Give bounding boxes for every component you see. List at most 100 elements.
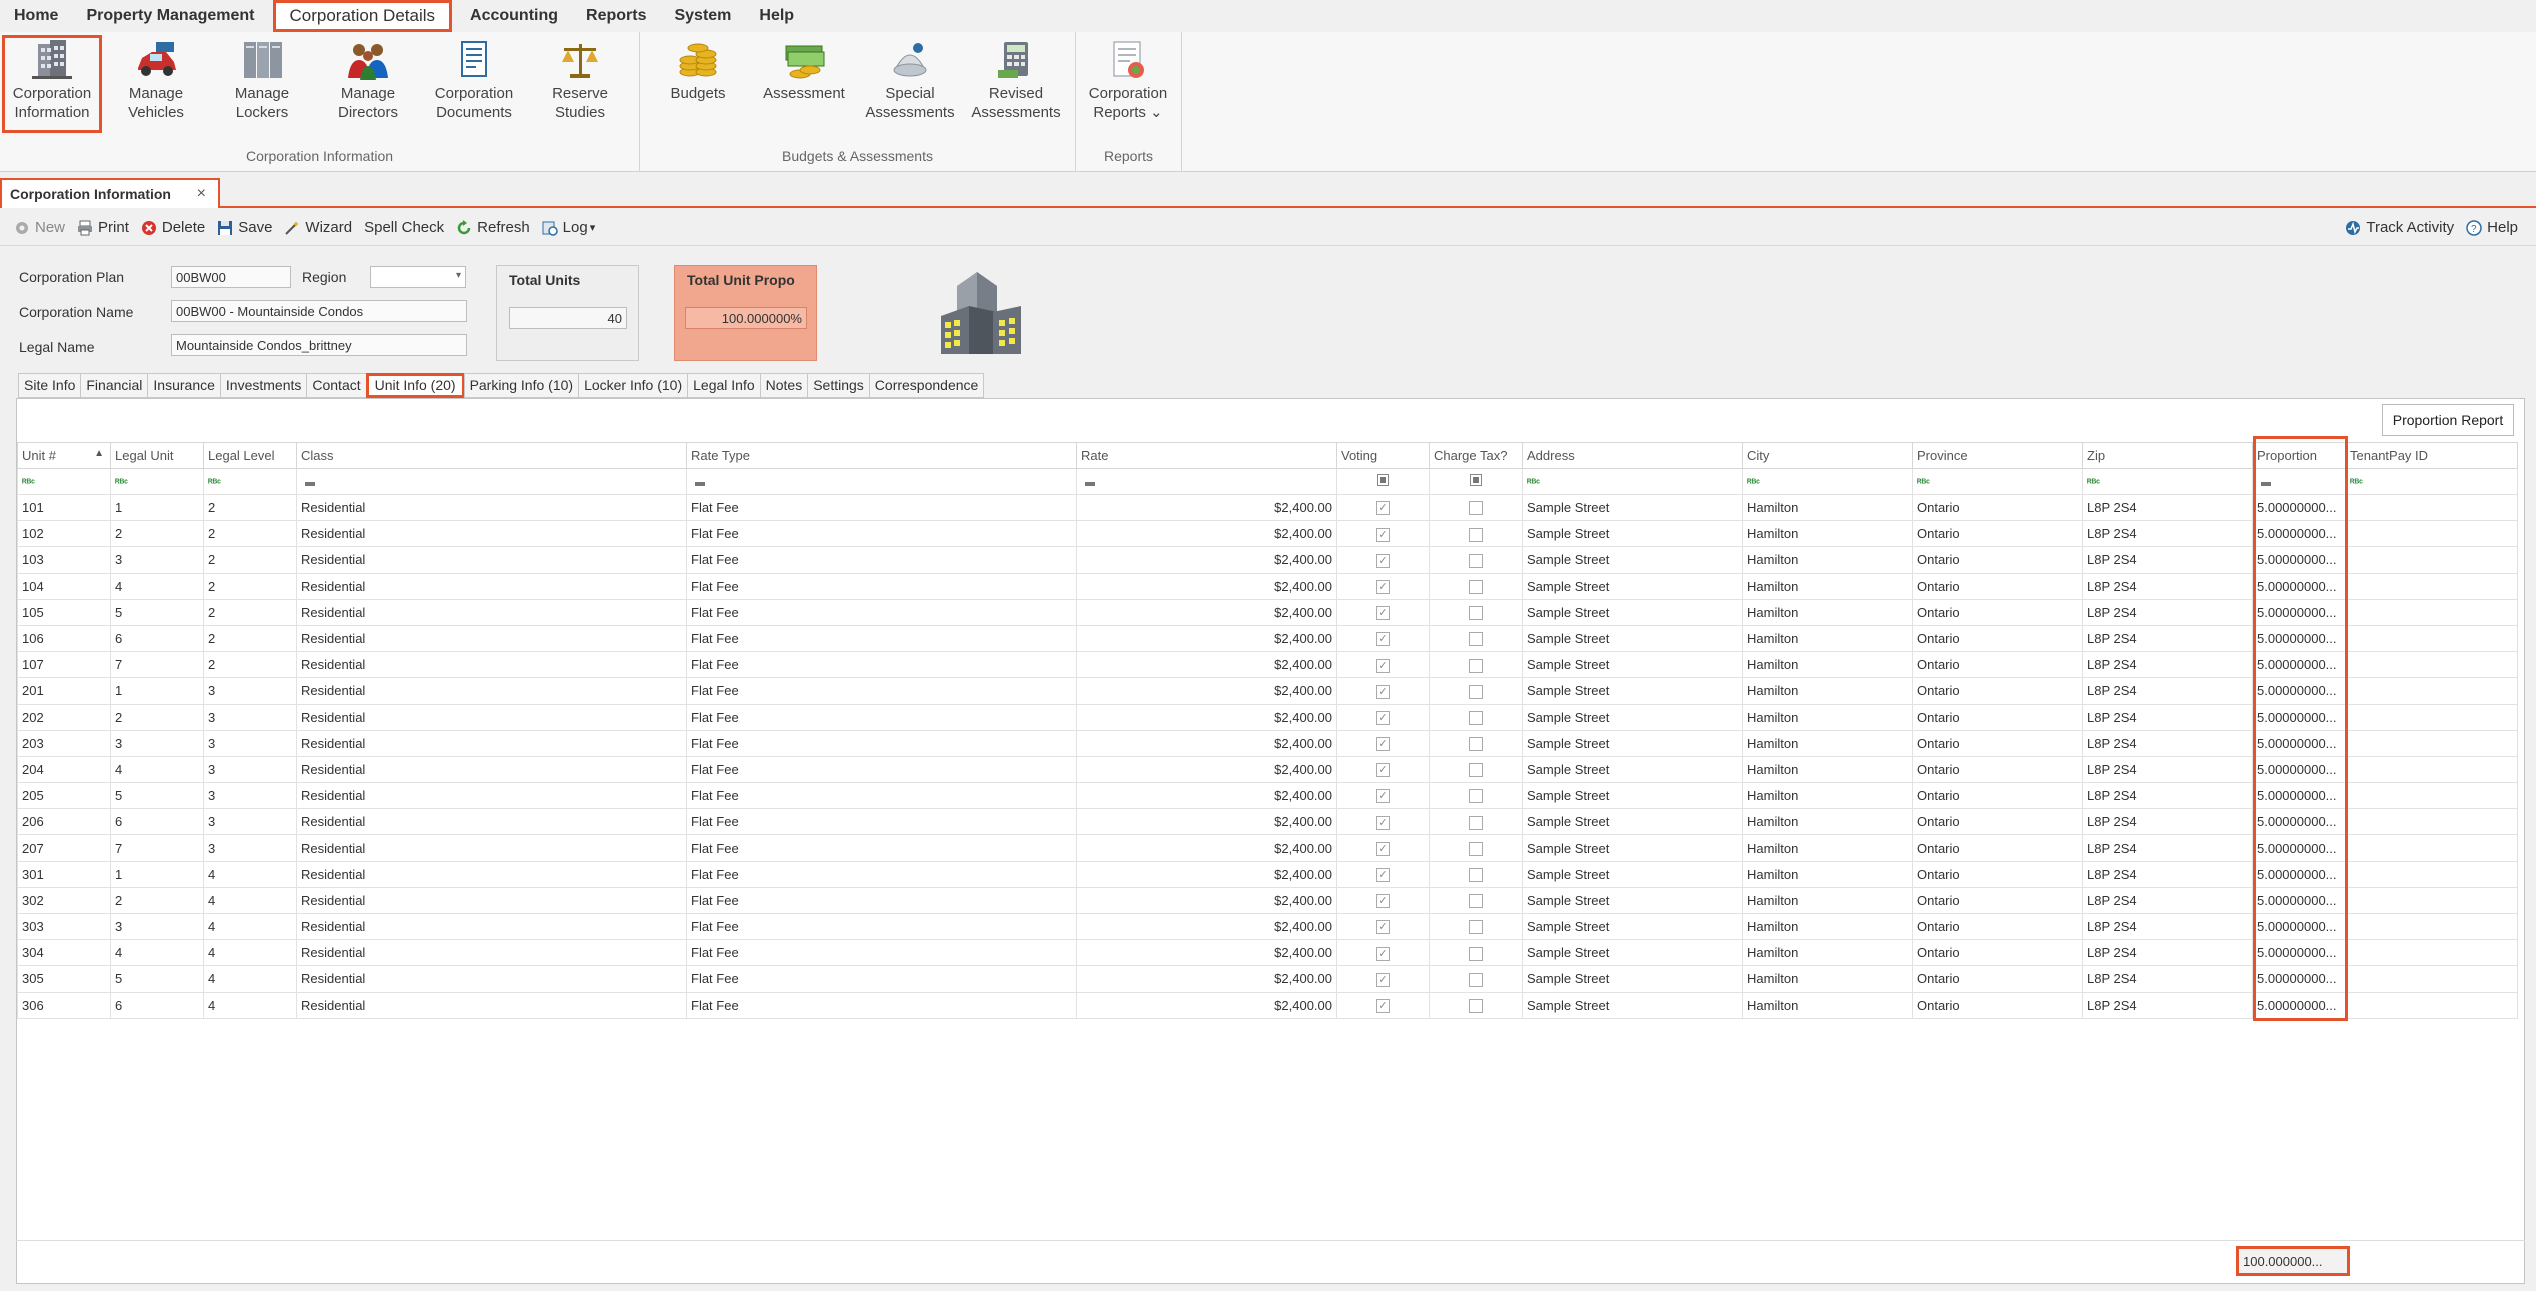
cell-legal-unit[interactable]: 6: [110, 991, 204, 1019]
cell-zip[interactable]: L8P 2S4: [2082, 886, 2253, 915]
cell-class[interactable]: Residential: [296, 598, 687, 626]
cell-address[interactable]: Sample Street: [1522, 965, 1743, 993]
cell-unit-number[interactable]: 305: [17, 965, 111, 993]
cell-tenantpay-id[interactable]: [2345, 965, 2518, 993]
cell-proportion[interactable]: 5.00000000...: [2252, 939, 2346, 967]
cell-province[interactable]: Ontario: [1912, 912, 2083, 941]
cell-zip[interactable]: L8P 2S4: [2082, 939, 2253, 967]
cell-tenantpay-id[interactable]: [2345, 546, 2518, 574]
column-header-class[interactable]: Class: [296, 442, 687, 469]
cell-legal-unit[interactable]: 7: [110, 834, 204, 862]
cell-legal-unit[interactable]: 5: [110, 965, 204, 993]
cell-proportion[interactable]: 5.00000000...: [2252, 782, 2346, 810]
cell-class[interactable]: Residential: [296, 834, 687, 862]
menu-home[interactable]: Home: [0, 0, 72, 32]
cell-legal-unit[interactable]: 3: [110, 546, 204, 574]
cell-zip[interactable]: L8P 2S4: [2082, 729, 2253, 757]
cell-unit-number[interactable]: 302: [17, 886, 111, 915]
cell-address[interactable]: Sample Street: [1522, 991, 1743, 1019]
cell-province[interactable]: Ontario: [1912, 651, 2083, 679]
filter-cell-tenantpay-id[interactable]: ᴿᴮᶜ: [2345, 468, 2518, 495]
cell-rate[interactable]: $2,400.00: [1076, 991, 1337, 1019]
cell-rate-type[interactable]: Flat Fee: [686, 703, 1077, 731]
table-row[interactable]: 106 6 2 Residential Flat Fee $2,400.00 ✓ Sample…: [17, 624, 2518, 653]
cell-legal-level[interactable]: 4: [203, 965, 297, 993]
cell-city[interactable]: Hamilton: [1742, 729, 1913, 757]
cell-rate[interactable]: $2,400.00: [1076, 624, 1337, 653]
delete-button[interactable]: Delete: [135, 213, 211, 243]
column-header-voting[interactable]: Voting: [1336, 442, 1430, 469]
cell-rate-type[interactable]: Flat Fee: [686, 493, 1077, 522]
cell-proportion[interactable]: 5.00000000...: [2252, 703, 2346, 731]
cell-legal-level[interactable]: 2: [203, 572, 297, 600]
cell-rate[interactable]: $2,400.00: [1076, 520, 1337, 548]
budgets-button[interactable]: Budgets: [648, 38, 748, 136]
cell-unit-number[interactable]: 301: [17, 860, 111, 888]
cell-city[interactable]: Hamilton: [1742, 886, 1913, 915]
table-row[interactable]: 204 4 3 Residential Flat Fee $2,400.00 ✓ Sample…: [17, 755, 2518, 784]
cell-rate[interactable]: $2,400.00: [1076, 677, 1337, 705]
cell-province[interactable]: Ontario: [1912, 572, 2083, 600]
tab-locker-info[interactable]: Locker Info (10): [578, 373, 689, 398]
cell-unit-number[interactable]: 206: [17, 808, 111, 836]
corporation-reports-button[interactable]: Corporation Reports ⌄: [1078, 38, 1178, 136]
cell-voting[interactable]: ✓: [1336, 729, 1430, 757]
tab-financial[interactable]: Financial: [80, 373, 149, 398]
cell-province[interactable]: Ontario: [1912, 755, 2083, 784]
filter-cell-address[interactable]: ᴿᴮᶜ: [1522, 468, 1743, 495]
cell-rate-type[interactable]: Flat Fee: [686, 886, 1077, 915]
close-icon[interactable]: ×: [197, 185, 206, 203]
table-row[interactable]: 102 2 2 Residential Flat Fee $2,400.00 ✓ Sampl…: [17, 520, 2518, 548]
checkbox-unchecked[interactable]: [1469, 501, 1483, 516]
cell-rate[interactable]: $2,400.00: [1076, 886, 1337, 915]
cell-unit-number[interactable]: 101: [17, 493, 111, 522]
cell-zip[interactable]: L8P 2S4: [2082, 624, 2253, 653]
checkbox-checked[interactable]: ✓: [1376, 606, 1390, 621]
cell-zip[interactable]: L8P 2S4: [2082, 703, 2253, 731]
cell-charge-tax[interactable]: [1429, 782, 1523, 810]
cell-province[interactable]: Ontario: [1912, 886, 2083, 915]
checkbox-checked[interactable]: ✓: [1376, 894, 1390, 909]
checkbox-checked[interactable]: ✓: [1376, 737, 1390, 752]
cell-zip[interactable]: L8P 2S4: [2082, 755, 2253, 784]
cell-province[interactable]: Ontario: [1912, 991, 2083, 1019]
cell-rate[interactable]: $2,400.00: [1076, 572, 1337, 600]
cell-unit-number[interactable]: 303: [17, 912, 111, 941]
filter-cell-legal-level[interactable]: ᴿᴮᶜ: [203, 468, 297, 495]
filter-cell-class[interactable]: [296, 468, 687, 495]
cell-city[interactable]: Hamilton: [1742, 493, 1913, 522]
menu-system[interactable]: System: [660, 0, 745, 32]
cell-zip[interactable]: L8P 2S4: [2082, 808, 2253, 836]
cell-voting[interactable]: ✓: [1336, 808, 1430, 836]
cell-charge-tax[interactable]: [1429, 651, 1523, 679]
cell-rate-type[interactable]: Flat Fee: [686, 782, 1077, 810]
cell-province[interactable]: Ontario: [1912, 939, 2083, 967]
cell-legal-unit[interactable]: 5: [110, 598, 204, 626]
table-row[interactable]: 107 7 2 Residential Flat Fee $2,400.00 ✓ Sample…: [17, 651, 2518, 679]
menu-help[interactable]: Help: [745, 0, 808, 32]
cell-rate[interactable]: $2,400.00: [1076, 808, 1337, 836]
cell-city[interactable]: Hamilton: [1742, 651, 1913, 679]
cell-province[interactable]: Ontario: [1912, 834, 2083, 862]
cell-city[interactable]: Hamilton: [1742, 808, 1913, 836]
cell-proportion[interactable]: 5.00000000...: [2252, 965, 2346, 993]
cell-address[interactable]: Sample Street: [1522, 703, 1743, 731]
cell-legal-unit[interactable]: 7: [110, 651, 204, 679]
tab-settings[interactable]: Settings: [807, 373, 870, 398]
checkbox-checked[interactable]: ✓: [1376, 501, 1390, 516]
cell-province[interactable]: Ontario: [1912, 546, 2083, 574]
table-row[interactable]: 302 2 4 Residential Flat Fee $2,400.00 ✓ Sample…: [17, 886, 2518, 915]
cell-address[interactable]: Sample Street: [1522, 624, 1743, 653]
log-dropdown[interactable]: Log ▾: [536, 213, 602, 243]
checkbox-checked[interactable]: ✓: [1376, 868, 1390, 882]
cell-proportion[interactable]: 5.00000000...: [2252, 624, 2346, 653]
tab-correspondence[interactable]: Correspondence: [868, 373, 985, 398]
cell-city[interactable]: Hamilton: [1742, 520, 1913, 548]
checkbox-checked[interactable]: ✓: [1376, 789, 1390, 804]
cell-charge-tax[interactable]: [1429, 886, 1523, 915]
tab-investments[interactable]: Investments: [219, 373, 308, 398]
refresh-button[interactable]: Refresh: [450, 213, 536, 243]
cell-charge-tax[interactable]: [1429, 965, 1523, 993]
checkbox-unchecked[interactable]: [1469, 684, 1483, 699]
cell-province[interactable]: Ontario: [1912, 677, 2083, 705]
